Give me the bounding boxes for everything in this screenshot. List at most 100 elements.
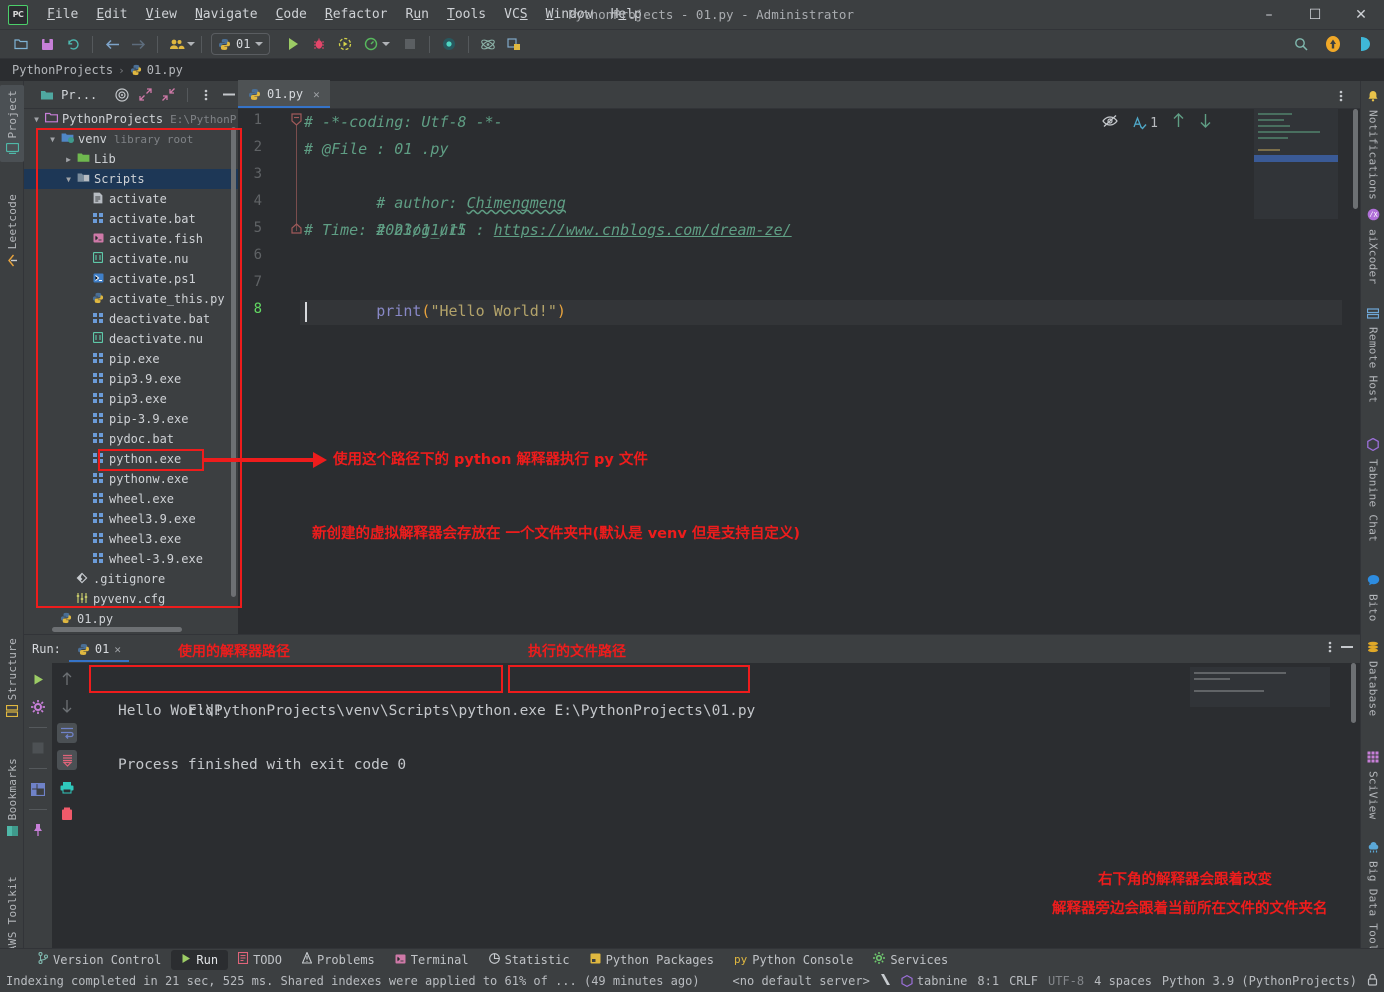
scroll-end-icon[interactable]: [57, 750, 77, 770]
up-arrow-icon[interactable]: [57, 669, 77, 689]
menu-item-view[interactable]: View: [137, 4, 186, 25]
menu-item-run[interactable]: Run: [397, 4, 438, 25]
tree-item-activate[interactable]: activate: [24, 189, 238, 209]
profile-icon[interactable]: [359, 33, 383, 55]
tree-item-pip-3-9-exe[interactable]: pip-3.9.exe: [24, 409, 238, 429]
tree-item-wheel3-exe[interactable]: wheel3.exe: [24, 529, 238, 549]
layout-icon[interactable]: [28, 779, 48, 799]
menu-item-navigate[interactable]: Navigate: [186, 4, 267, 25]
minimize-button[interactable]: –: [1246, 0, 1292, 30]
project-tree[interactable]: ▼ PythonProjects E:\PythonP ▼ venv libra…: [24, 109, 238, 634]
tree-item-pip39-exe[interactable]: pip3.9.exe: [24, 369, 238, 389]
caret-position[interactable]: 8:1: [977, 974, 999, 988]
expand-icon[interactable]: [136, 86, 153, 104]
lock-icon[interactable]: [1367, 973, 1378, 989]
clear-icon[interactable]: [57, 804, 77, 824]
sidebar-item-tabnine-chat[interactable]: Tabnine Chat: [1361, 433, 1384, 547]
chevron-down-icon[interactable]: ▼: [30, 115, 43, 124]
status-default-server[interactable]: <no default server>: [733, 974, 870, 988]
tree-item-pythonw-exe[interactable]: pythonw.exe: [24, 469, 238, 489]
sidebar-item-remote-host[interactable]: Remote Host: [1361, 303, 1384, 408]
tree-item-scripts[interactable]: ▼ Scripts: [24, 169, 238, 189]
target-icon[interactable]: [113, 86, 130, 104]
next-problem-icon[interactable]: [1199, 113, 1212, 133]
debug-icon[interactable]: [307, 33, 331, 55]
tree-item-deactivate-nu[interactable]: deactivate.nu: [24, 329, 238, 349]
users-dropdown-caret-icon[interactable]: [187, 42, 195, 46]
forward-arrow-icon[interactable]: [126, 33, 150, 55]
editor-tab-01py[interactable]: 01.py ✕: [238, 80, 330, 108]
users-icon[interactable]: [165, 33, 189, 55]
sidebar-item-bito[interactable]: Bito: [1361, 569, 1384, 627]
sidebar-item-database[interactable]: Database: [1361, 636, 1384, 721]
more-icon[interactable]: [198, 86, 215, 104]
tree-item-wheel-exe[interactable]: wheel.exe: [24, 489, 238, 509]
menu-item-file[interactable]: File: [38, 4, 87, 25]
pin-icon[interactable]: [28, 820, 48, 840]
breadcrumb-root[interactable]: PythonProjects: [12, 63, 113, 77]
bottom-tab-python-console[interactable]: py Python Console: [724, 950, 863, 970]
tree-item-pip-exe[interactable]: pip.exe: [24, 349, 238, 369]
chevron-down-icon[interactable]: ▼: [46, 135, 59, 144]
layout-icon[interactable]: [502, 33, 526, 55]
file-encoding[interactable]: UTF-8: [1048, 974, 1084, 988]
menu-item-code[interactable]: Code: [267, 4, 316, 25]
code-editor[interactable]: 1 2 3 4 5 6 7 8 # -*-coding: Utf-8 -*- #…: [238, 109, 1360, 634]
menu-item-edit[interactable]: Edit: [87, 4, 136, 25]
run-console-minimap[interactable]: [1190, 667, 1330, 707]
sidebar-item-notifications[interactable]: Notifications: [1361, 85, 1384, 205]
tree-item-pyvenv-cfg[interactable]: pyvenv.cfg: [24, 589, 238, 609]
inspections-icon[interactable]: 1: [1132, 116, 1158, 131]
editor-gutter[interactable]: 1 2 3 4 5 6 7 8: [238, 109, 300, 634]
tree-item-wheel-3-9-exe[interactable]: wheel-3.9.exe: [24, 549, 238, 569]
print-icon[interactable]: [57, 777, 77, 797]
collapse-icon[interactable]: [160, 86, 177, 104]
down-arrow-icon[interactable]: [57, 696, 77, 716]
update-badge-icon[interactable]: [1321, 33, 1345, 55]
chevron-down-icon[interactable]: ▼: [62, 175, 75, 184]
tree-item-activate-this-py[interactable]: activate_this.py: [24, 289, 238, 309]
close-icon[interactable]: ✕: [313, 88, 320, 101]
tree-item-venv[interactable]: ▼ venv library root: [24, 129, 238, 149]
bottom-tab-todo[interactable]: TODO: [228, 950, 292, 970]
back-arrow-icon[interactable]: [100, 33, 124, 55]
folder-icon[interactable]: [9, 33, 33, 55]
vcs-icon[interactable]: [880, 973, 891, 989]
soft-wrap-icon[interactable]: [57, 723, 77, 743]
code-content[interactable]: # -*-coding: Utf-8 -*- # @File : 01 .py …: [300, 109, 1360, 634]
sidebar-item-structure[interactable]: Structure: [0, 633, 24, 725]
settings-icon[interactable]: [28, 697, 48, 717]
run-configuration-selector[interactable]: 01: [211, 33, 271, 55]
record-icon[interactable]: [437, 33, 461, 55]
tree-item-activate-bat[interactable]: activate.bat: [24, 209, 238, 229]
tree-item-pythonprojects[interactable]: ▼ PythonProjects E:\PythonP: [24, 109, 238, 129]
sidebar-item-big-data-tools[interactable]: Big Data Tools: [1361, 836, 1384, 963]
more-icon[interactable]: [1329, 85, 1353, 107]
bottom-tab-python-packages[interactable]: Python Packages: [580, 950, 724, 970]
bottom-tab-terminal[interactable]: Terminal: [385, 950, 479, 970]
run-coverage-icon[interactable]: [333, 33, 357, 55]
tree-item-activate-nu[interactable]: activate.nu: [24, 249, 238, 269]
run-console-vertical-scrollbar[interactable]: [1351, 663, 1356, 723]
editor-vertical-scrollbar[interactable]: [1353, 109, 1358, 209]
run-icon[interactable]: [281, 33, 305, 55]
ai-assistant-icon[interactable]: [1353, 33, 1377, 55]
bottom-tab-problems[interactable]: Problems: [292, 950, 385, 970]
hide-icon[interactable]: [221, 86, 238, 104]
atom-icon[interactable]: [476, 33, 500, 55]
hide-inspections-icon[interactable]: [1102, 114, 1118, 133]
tree-item-activate-fish[interactable]: activate.fish: [24, 229, 238, 249]
hide-icon[interactable]: [1340, 640, 1354, 659]
tree-item-deactivate-bat[interactable]: deactivate.bat: [24, 309, 238, 329]
tabnine-status[interactable]: tabnine: [901, 974, 967, 988]
bottom-tab-statistic[interactable]: Statistic: [479, 950, 580, 970]
profile-dropdown-caret-icon[interactable]: [382, 42, 391, 46]
prev-problem-icon[interactable]: [1172, 113, 1185, 133]
menu-item-tools[interactable]: Tools: [438, 4, 495, 25]
close-icon[interactable]: ✕: [114, 643, 121, 656]
tree-item-pydoc-bat[interactable]: pydoc.bat: [24, 429, 238, 449]
bottom-tab-run[interactable]: Run: [171, 949, 229, 970]
tree-item-wheel39-exe[interactable]: wheel3.9.exe: [24, 509, 238, 529]
editor-minimap[interactable]: [1254, 109, 1338, 219]
sidebar-item-leetcode[interactable]: Leetcode: [0, 189, 24, 275]
